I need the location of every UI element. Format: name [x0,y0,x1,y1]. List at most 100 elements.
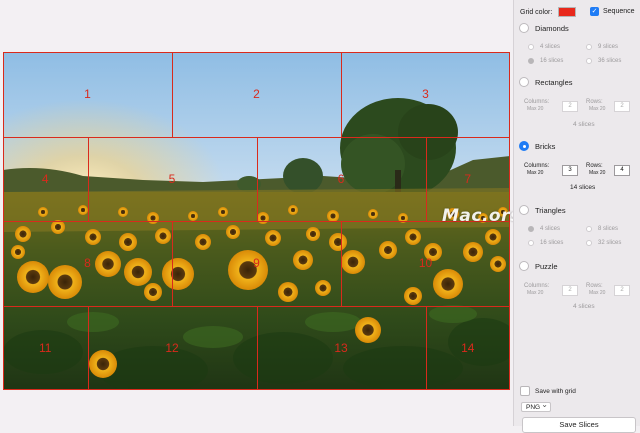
sunflower-head [265,230,281,246]
sunflower-head [119,233,137,251]
sunflower-head [48,265,82,299]
save-with-grid-checkbox[interactable] [520,386,530,396]
puzzle-columns-input[interactable]: 2 [562,285,578,296]
slice-number: 1 [84,87,91,102]
slice-number: 3 [422,87,429,102]
bricks-rows-input[interactable]: 4 [614,165,630,176]
bricks-radio[interactable] [519,141,529,151]
grid-line-vertical [426,306,427,390]
rectangles-columns-input[interactable]: 2 [562,101,578,112]
sunflower-head [368,209,378,219]
sequence-label: Sequence [603,8,635,15]
bricks-label: Bricks [535,141,556,151]
puzzle-label: Puzzle [535,261,558,271]
sunflower-head [124,258,152,286]
grid-color-swatch[interactable] [558,7,577,17]
grid-line-vertical [257,137,258,222]
sunflower-head [218,207,228,217]
sunflower-head [379,241,397,259]
sunflower-head [306,227,320,241]
rectangles-radio[interactable] [519,77,529,87]
triangles-option-4[interactable]: 4 slices [528,226,560,232]
sunflower-head [463,242,483,262]
sunflower-head [162,258,194,290]
sunflower-head [15,226,31,242]
sunflower-head [11,245,25,259]
sunflower-photo[interactable]: 1 2 3 4 5 6 7 8 9 10 11 12 13 14 [3,52,510,390]
option-radio-icon [586,44,592,50]
image-canvas: 1234567891011121314 Mac.orsoon.com [0,0,605,426]
sunflower-head [85,229,101,245]
slice-number: 7 [464,171,472,186]
save-with-grid-label: Save with grid [535,387,576,395]
mode-triangles[interactable]: Triangles [519,205,566,215]
slice-number: 14 [461,340,475,355]
rectangles-rows-input[interactable]: 2 [614,101,630,112]
grid-line-vertical [88,306,89,390]
slice-number: 9 [253,256,260,271]
diamonds-option-9[interactable]: 9 slices [586,44,618,50]
triangles-option-8[interactable]: 8 slices [586,226,618,232]
sunflower-head [405,229,421,245]
grid-color-label: Grid color: [520,8,553,16]
grid-line-vertical [257,306,258,390]
slice-number: 10 [418,256,433,271]
sequence-checkbox[interactable]: ✓ [590,7,599,16]
sunflower-head [118,207,128,217]
diamonds-label: Diamonds [535,23,569,33]
puzzle-rows-input[interactable]: 2 [614,285,630,296]
save-slices-button[interactable]: Save Slices [522,417,636,433]
sunflower-head [257,212,269,224]
rectangles-slice-count: 4 slices [573,121,595,128]
mode-diamonds[interactable]: Diamonds [519,23,569,33]
mode-rectangles[interactable]: Rectangles [519,77,573,87]
sunflower-head [228,250,268,290]
sunflower-head [433,269,463,299]
puzzle-slice-count: 4 slices [573,303,595,310]
grid-line-vertical [172,52,173,137]
bricks-columns-label: Columns: Max 20 [524,163,550,176]
diamonds-option-36[interactable]: 36 slices [586,58,621,64]
format-select[interactable]: PNG [521,400,551,412]
option-radio-icon [528,240,534,246]
slice-number: 6 [337,171,345,186]
diamonds-radio[interactable] [519,23,529,33]
puzzle-columns-label: Columns: Max 20 [524,283,550,296]
triangles-option-16[interactable]: 16 slices [528,240,563,246]
mode-bricks[interactable]: Bricks [519,141,555,151]
puzzle-radio[interactable] [519,261,529,271]
slice-number: 5 [168,171,176,186]
puzzle-rows-label: Rows: Max 20 [586,283,606,296]
mode-puzzle[interactable]: Puzzle [519,261,558,271]
sunflower-head [329,233,347,251]
sunflower-head [490,256,506,272]
rectangles-columns-label: Columns: Max 20 [524,99,550,112]
diamonds-option-16[interactable]: 16 slices [528,58,563,64]
rectangles-rows-label: Rows: Max 20 [586,99,606,112]
option-radio-icon [586,226,592,232]
grid-line-vertical [341,221,342,306]
option-radio-icon [586,58,592,64]
grid-line-vertical [426,137,427,222]
triangles-label: Triangles [535,205,566,215]
sunflower-head [485,229,501,245]
triangles-radio[interactable] [519,205,529,215]
option-radio-icon [528,58,534,64]
sunflower-head [288,205,298,215]
sunflower-head [155,228,171,244]
sunflower-head [293,250,313,270]
sunflower-head [315,280,331,296]
slice-number: 13 [334,340,348,355]
triangles-option-32[interactable]: 32 slices [586,240,621,246]
bricks-columns-input[interactable]: 3 [562,165,578,176]
option-radio-icon [586,240,592,246]
slice-number: 2 [253,87,260,102]
slice-number: 11 [39,340,52,355]
diamonds-option-4[interactable]: 4 slices [528,44,560,50]
sunflower-head [95,251,121,277]
option-radio-icon [528,44,534,50]
sunflower-head [226,225,240,239]
slice-number: 4 [41,171,49,186]
sunflower-head [78,205,88,215]
grid-line-horizontal [3,221,510,222]
